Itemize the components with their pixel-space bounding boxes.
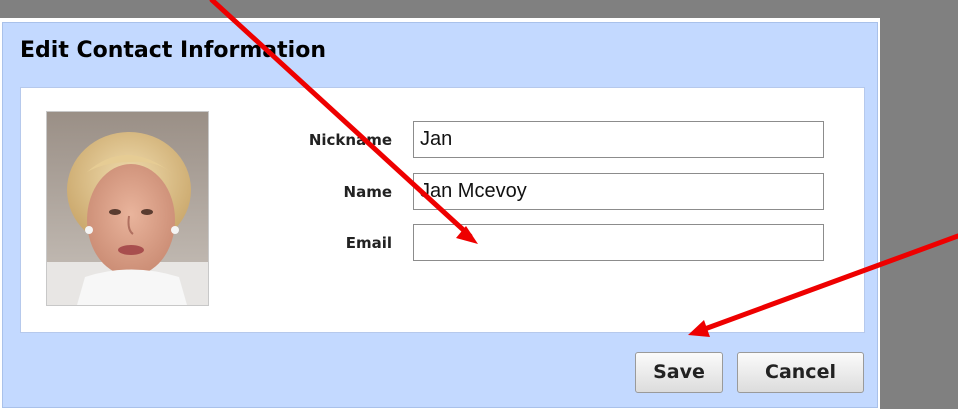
contact-photo[interactable] <box>46 111 209 306</box>
page-backdrop-top <box>0 0 958 18</box>
email-label: Email <box>345 234 392 252</box>
email-field[interactable] <box>413 224 824 261</box>
cancel-button[interactable]: Cancel <box>737 352 864 393</box>
page-backdrop-right <box>880 0 958 409</box>
save-button[interactable]: Save <box>635 352 723 393</box>
name-field[interactable] <box>413 173 824 210</box>
nickname-label: Nickname <box>308 131 392 149</box>
name-label: Name <box>343 183 392 201</box>
nickname-field[interactable] <box>413 121 824 158</box>
dialog-title: Edit Contact Information <box>20 38 326 63</box>
